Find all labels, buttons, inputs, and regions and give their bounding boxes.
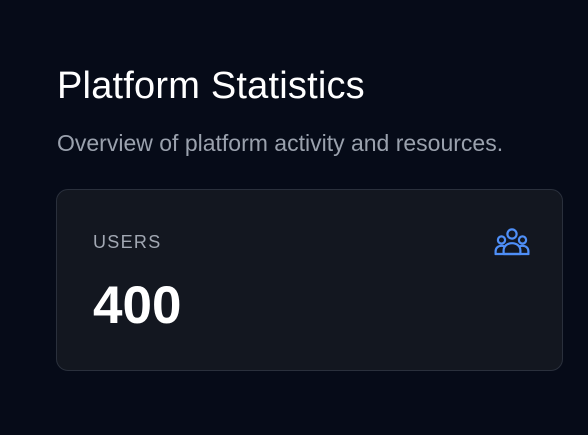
page-subtitle: Overview of platform activity and resour… bbox=[57, 130, 504, 156]
users-stat-card: USERS 400 bbox=[56, 189, 563, 371]
stat-value: 400 bbox=[93, 276, 182, 335]
page-title: Platform Statistics bbox=[57, 65, 365, 107]
users-icon bbox=[494, 228, 530, 256]
stat-label: USERS bbox=[93, 232, 162, 252]
